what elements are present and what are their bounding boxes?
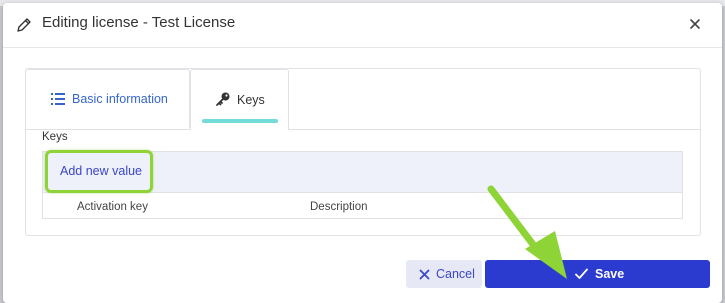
column-header-activation-key: Activation key	[77, 201, 148, 213]
tab-label: Basic information	[72, 92, 168, 106]
close-icon[interactable]	[687, 16, 703, 32]
key-icon	[216, 92, 230, 106]
close-icon	[419, 269, 430, 280]
keys-table: Add new value Activation key Description	[42, 150, 683, 219]
column-header-description: Description	[310, 201, 368, 213]
save-label: Save	[595, 267, 625, 281]
active-tab-indicator	[202, 119, 278, 123]
list-icon	[51, 93, 65, 105]
cancel-button[interactable]: Cancel	[406, 260, 482, 288]
tab-bar: Basic information Keys	[26, 69, 700, 130]
keys-section-label: Keys	[42, 131, 68, 143]
tab-keys[interactable]: Keys	[190, 69, 289, 130]
edit-license-dialog: Editing license - Test License Basic inf…	[3, 3, 722, 303]
license-panel: Basic information Keys Keys Add new valu…	[25, 68, 701, 236]
add-value-row: Add new value	[43, 150, 682, 193]
tab-label: Keys	[237, 93, 265, 107]
cancel-label: Cancel	[436, 267, 475, 281]
tab-basic-information[interactable]: Basic information	[26, 69, 190, 128]
dialog-title: Editing license - Test License	[42, 14, 236, 31]
dialog-header: Editing license - Test License	[3, 3, 722, 48]
check-icon	[575, 268, 588, 279]
pencil-icon	[17, 18, 31, 32]
save-button[interactable]: Save	[485, 260, 710, 288]
highlight-box	[45, 150, 153, 193]
